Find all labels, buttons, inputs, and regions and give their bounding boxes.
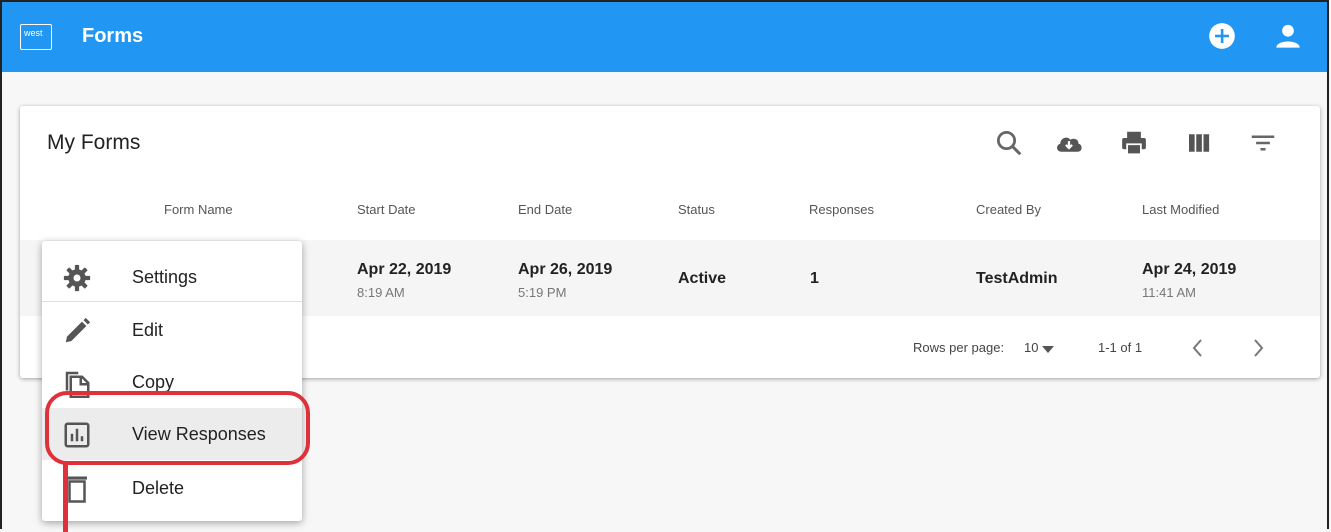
rows-per-page-select[interactable]: 10	[1024, 340, 1055, 355]
rows-per-page-value: 10	[1024, 340, 1039, 355]
dropdown-arrow-icon	[1042, 346, 1055, 353]
menu-item-delete[interactable]: Delete	[42, 462, 302, 514]
search-icon[interactable]	[994, 128, 1024, 158]
menu-label-copy: Copy	[132, 372, 175, 392]
filter-icon[interactable]	[1248, 128, 1278, 158]
context-menu: Settings Edit Copy View Responses Delete	[42, 241, 302, 521]
chevron-right-icon[interactable]	[1248, 336, 1268, 360]
pencil-icon	[65, 317, 91, 343]
app-logo: west	[20, 24, 52, 50]
menu-label-delete: Delete	[132, 478, 185, 498]
menu-label-settings: Settings	[132, 267, 198, 287]
gear-icon	[63, 264, 91, 292]
view-columns-icon[interactable]	[1184, 128, 1214, 158]
status-value: Active	[678, 270, 727, 287]
responses-count: 1	[810, 270, 819, 287]
modified-time: 11:41 AM	[1142, 285, 1196, 300]
column-header-form-name[interactable]: Form Name	[164, 202, 233, 217]
account-icon[interactable]	[1274, 22, 1302, 50]
app-bar: west Forms	[2, 2, 1327, 72]
column-header-start-date[interactable]: Start Date	[357, 202, 416, 217]
logo-text: west	[24, 28, 43, 38]
start-date: Apr 22, 2019	[357, 261, 452, 278]
annotation-pointer-line	[63, 462, 68, 532]
menu-divider	[42, 301, 302, 302]
print-icon[interactable]	[1119, 128, 1149, 158]
app-title: Forms	[82, 25, 144, 47]
menu-item-settings[interactable]: Settings	[42, 251, 302, 303]
menu-label-edit: Edit	[132, 320, 164, 340]
annotation-highlight-ring	[45, 391, 310, 465]
end-date: Apr 26, 2019	[518, 261, 613, 278]
chevron-left-icon[interactable]	[1188, 336, 1208, 360]
column-header-status[interactable]: Status	[678, 202, 715, 217]
end-time: 5:19 PM	[518, 285, 567, 300]
column-header-responses[interactable]: Responses	[809, 202, 874, 217]
column-header-last-modified[interactable]: Last Modified	[1142, 202, 1219, 217]
column-header-created-by[interactable]: Created By	[976, 202, 1041, 217]
add-circle-icon[interactable]	[1208, 22, 1236, 50]
created-by-value: TestAdmin	[976, 270, 1058, 287]
pagination-range: 1-1 of 1	[1098, 340, 1143, 355]
menu-item-edit[interactable]: Edit	[42, 304, 302, 356]
cloud-download-icon[interactable]	[1054, 128, 1084, 158]
modified-date: Apr 24, 2019	[1142, 261, 1237, 278]
column-header-end-date[interactable]: End Date	[518, 202, 572, 217]
start-time: 8:19 AM	[357, 285, 405, 300]
card-title: My Forms	[47, 131, 141, 154]
rows-per-page-label: Rows per page:	[913, 340, 1005, 355]
